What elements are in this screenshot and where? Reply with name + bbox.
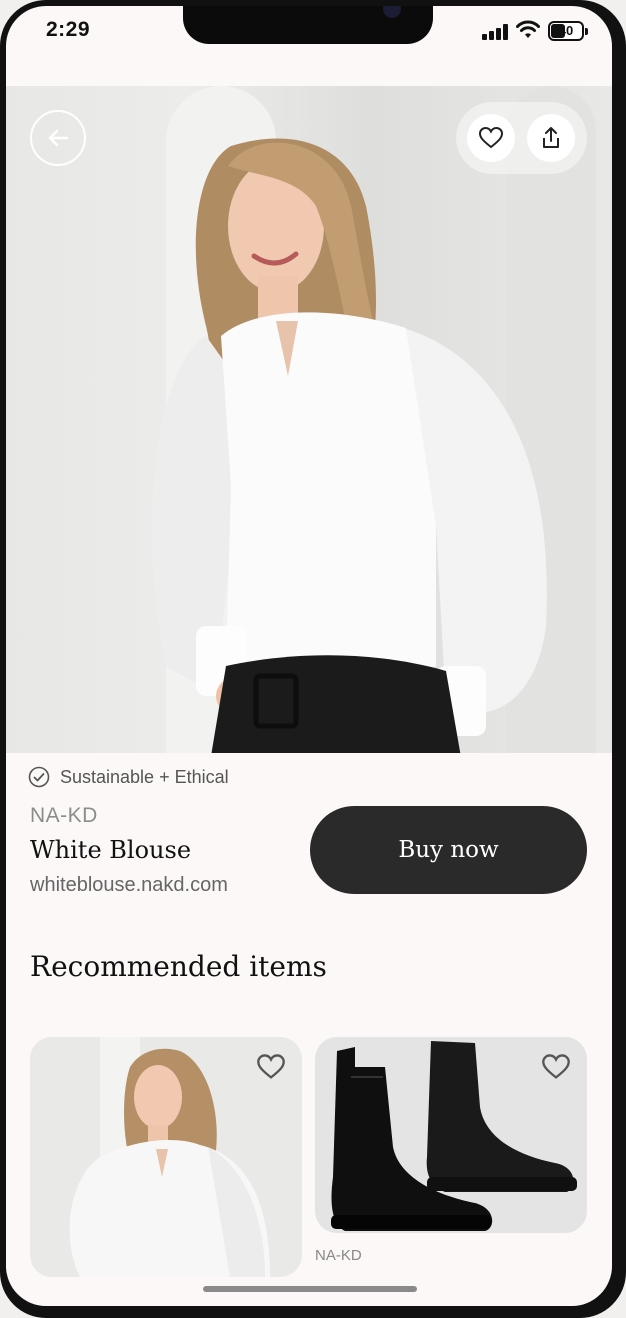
heart-icon [478,126,504,149]
screen: 2:29 40 Sustainable + Ethical NA-KD Whit… [6,6,612,1306]
buy-now-button[interactable]: Buy now [310,806,587,894]
recommended-item-brand: NA-KD [315,1247,362,1264]
wifi-icon [516,20,540,38]
model-in-white-blouse [151,138,547,753]
favorite-button[interactable] [467,114,515,162]
check-circle-icon [28,766,50,788]
product-brand: NA-KD [30,804,98,827]
product-title: White Blouse [30,836,192,864]
arrow-left-icon [48,129,69,147]
recommended-item-card[interactable] [30,1037,302,1277]
share-icon [543,127,559,148]
phone-frame: 2:29 40 Sustainable + Ethical NA-KD Whit… [0,0,626,1318]
battery-level: 40 [558,23,574,38]
status-time: 2:29 [46,18,91,41]
sustainability-badge: Sustainable + Ethical [28,766,229,788]
status-bar: 2:29 40 [6,6,612,66]
back-button[interactable] [30,110,86,166]
badge-label: Sustainable + Ethical [60,766,229,787]
product-url[interactable]: whiteblouse.nakd.com [30,874,228,897]
recommended-title: Recommended items [30,950,327,983]
signal-icon [482,24,510,40]
home-indicator[interactable] [203,1286,417,1292]
recommended-item-card[interactable] [315,1037,587,1233]
front-camera [383,6,401,18]
notch [183,6,433,44]
heart-icon[interactable] [256,1053,286,1081]
product-hero-image [6,86,612,753]
battery-icon: 40 [548,21,588,41]
share-button[interactable] [527,114,575,162]
hero-actions [456,102,587,174]
heart-icon[interactable] [541,1053,571,1081]
